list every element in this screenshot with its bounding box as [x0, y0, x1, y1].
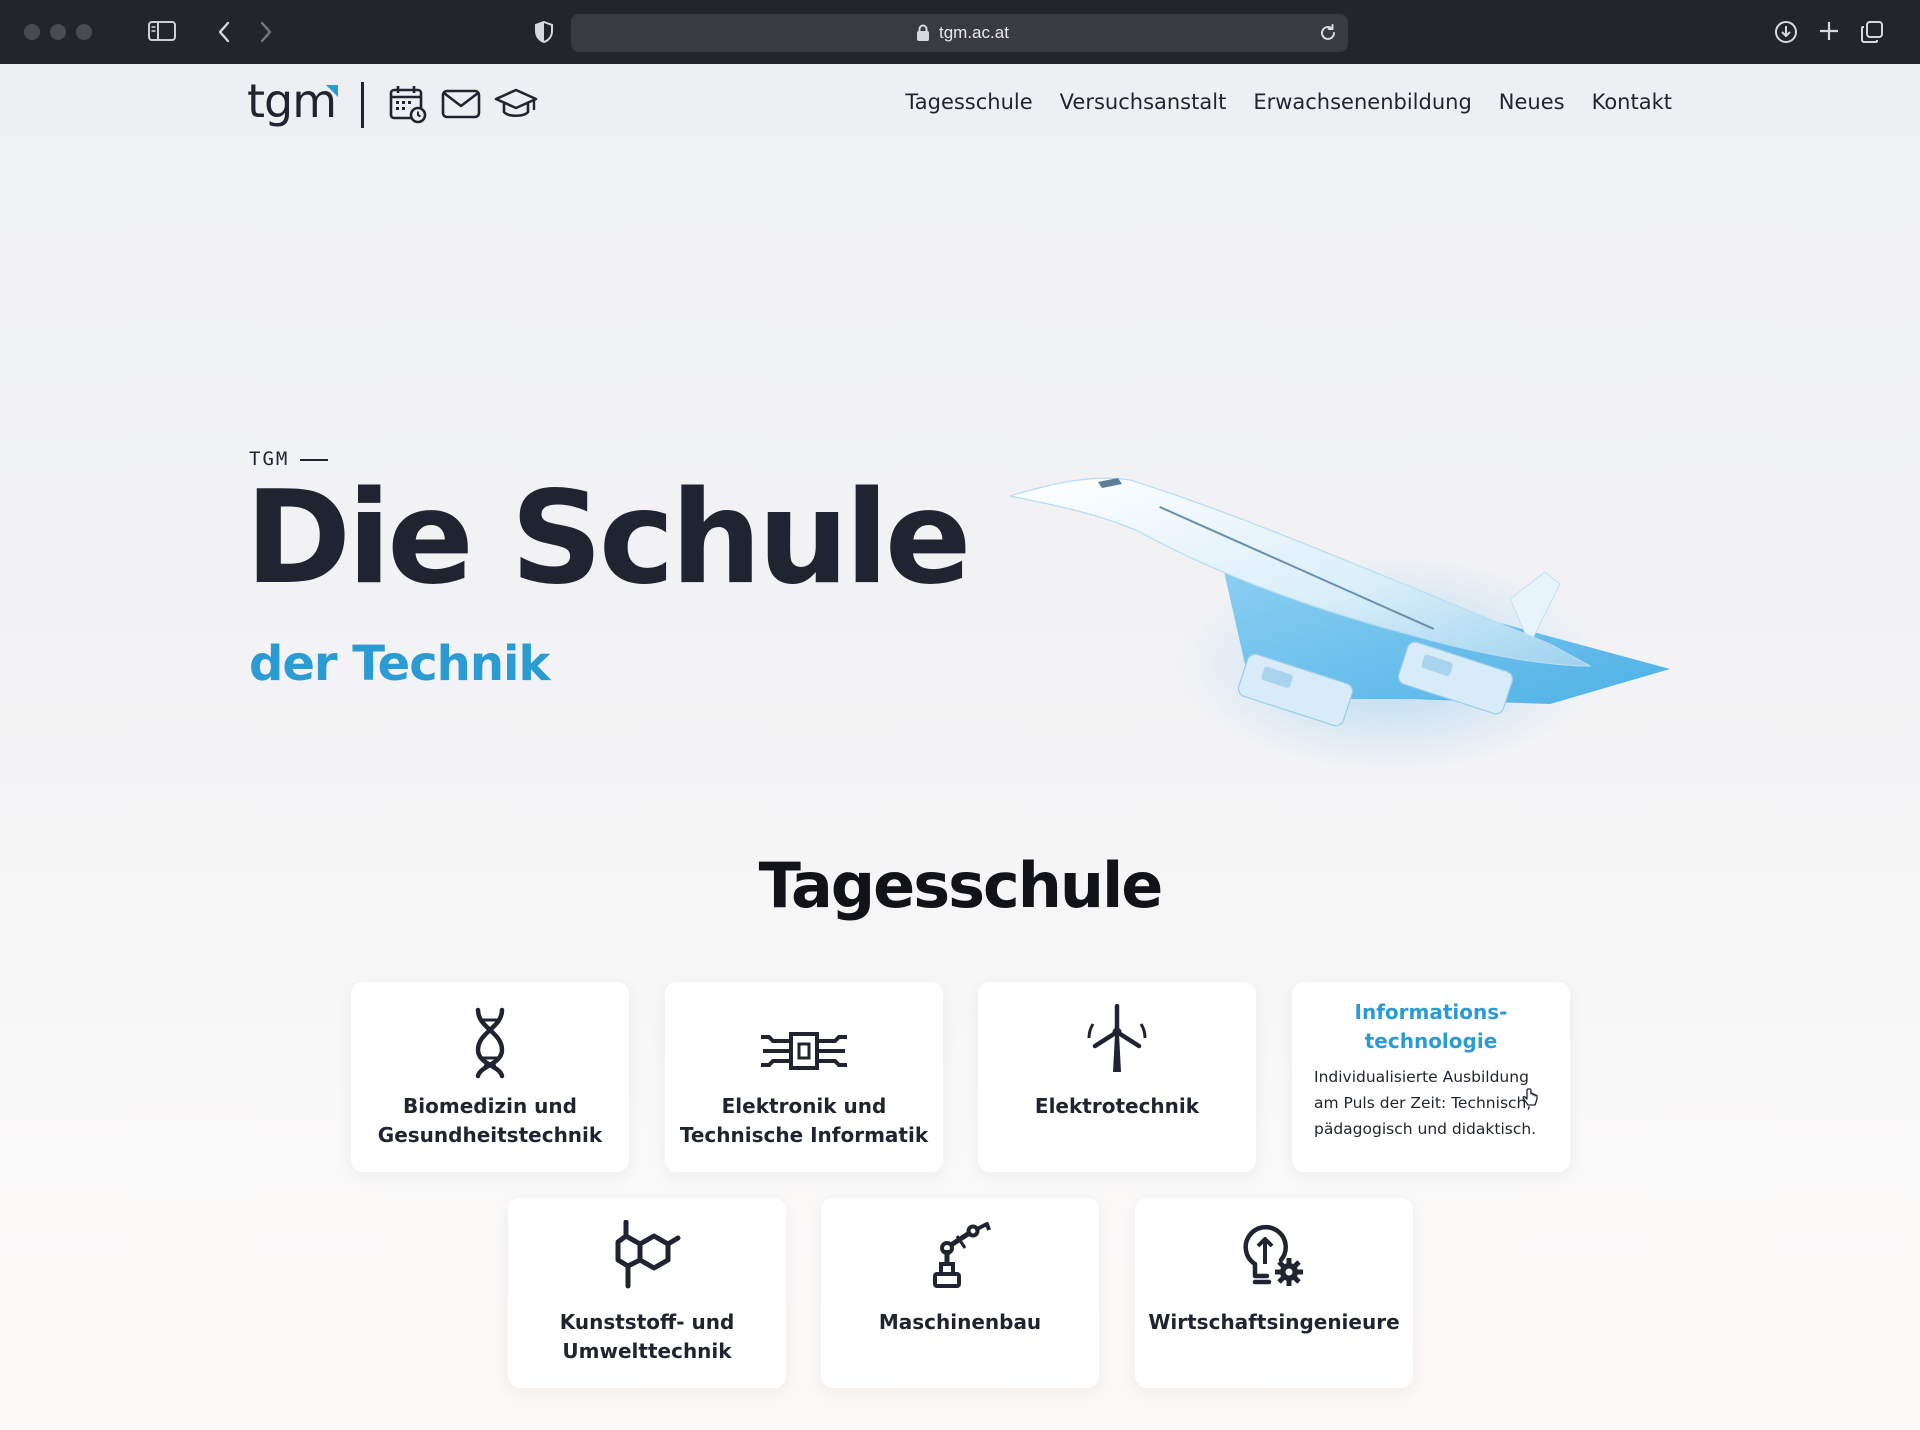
hero-title: Die Schule — [245, 464, 971, 613]
nav-erwachsenenbildung[interactable]: Erwachsenenbildung — [1253, 90, 1471, 114]
nav-tagesschule[interactable]: Tagesschule — [905, 90, 1032, 114]
address-bar[interactable]: tgm.ac.at — [571, 14, 1348, 52]
logo-accent-mark — [326, 82, 338, 101]
download-icon[interactable] — [1774, 20, 1798, 48]
card-wirtschaftsingenieure[interactable]: Wirtschaftsingenieure — [1135, 1198, 1413, 1388]
card-elektrotechnik[interactable]: Elektrotechnik — [978, 982, 1256, 1172]
back-icon[interactable] — [216, 20, 232, 48]
hero-airplane-illustration — [990, 404, 1690, 828]
card-label: Maschinenbau — [878, 1310, 1042, 1334]
graduation-cap-icon[interactable] — [494, 86, 538, 126]
forward-icon[interactable] — [258, 20, 274, 48]
minimize-window-button[interactable] — [50, 24, 66, 40]
browser-toolbar: tgm.ac.at — [0, 0, 1920, 64]
main-nav: Tagesschule Versuchsanstalt Erwachsenenb… — [905, 90, 1672, 114]
wind-turbine-icon — [978, 1004, 1256, 1074]
logo-divider — [361, 82, 364, 128]
site-header: tgm Tagesschule Versuchsanstalt Erwachse… — [0, 64, 1920, 144]
page-content: tgm Tagesschule Versuchsanstalt Erwachse… — [0, 64, 1920, 1430]
card-label: Kunststoff- und Umwelttechnik — [559, 1310, 735, 1363]
calendar-icon[interactable] — [388, 84, 428, 128]
shield-icon[interactable] — [534, 20, 554, 48]
new-tab-icon[interactable] — [1818, 20, 1840, 46]
close-window-button[interactable] — [24, 24, 40, 40]
dna-icon — [351, 1006, 629, 1080]
mail-icon[interactable] — [441, 88, 481, 124]
nav-versuchsanstalt[interactable]: Versuchsanstalt — [1060, 90, 1227, 114]
eyebrow-dash — [300, 459, 328, 461]
chip-icon — [665, 1030, 943, 1072]
card-description: Individualisierte Ausbildung am Puls der… — [1314, 1068, 1537, 1138]
lock-icon — [916, 24, 930, 46]
zoom-window-button[interactable] — [76, 24, 92, 40]
card-informationstechnologie[interactable]: Informations-technologie Individualisier… — [1292, 982, 1570, 1172]
reload-icon[interactable] — [1318, 23, 1338, 47]
sidebar-icon[interactable] — [148, 20, 176, 46]
nav-neues[interactable]: Neues — [1499, 90, 1565, 114]
card-maschinenbau[interactable]: Maschinenbau — [821, 1198, 1099, 1388]
molecule-icon — [508, 1220, 786, 1290]
card-label: Biomedizin und Gesundheitstechnik — [377, 1094, 603, 1147]
url-text: tgm.ac.at — [939, 23, 1009, 42]
card-biomedizin[interactable]: Biomedizin und Gesundheitstechnik — [351, 982, 629, 1172]
card-title: Informations-technologie — [1354, 1000, 1508, 1053]
robot-arm-icon — [821, 1220, 1099, 1290]
section-title-tagesschule: Tagesschule — [758, 849, 1164, 922]
hero-subtitle: der Technik — [249, 636, 550, 692]
site-logo[interactable]: tgm — [247, 74, 337, 128]
card-label: Elektronik und Technische Informatik — [679, 1094, 929, 1147]
nav-kontakt[interactable]: Kontakt — [1592, 90, 1672, 114]
card-elektronik[interactable]: Elektronik und Technische Informatik — [665, 982, 943, 1172]
card-kunststoff[interactable]: Kunststoff- und Umwelttechnik — [508, 1198, 786, 1388]
tabs-overview-icon[interactable] — [1860, 20, 1884, 48]
card-label: Wirtschaftsingenieure — [1148, 1310, 1400, 1334]
lightbulb-gear-icon — [1135, 1220, 1413, 1290]
hand-cursor-icon — [1521, 1088, 1539, 1112]
card-label: Elektrotechnik — [1034, 1094, 1200, 1118]
